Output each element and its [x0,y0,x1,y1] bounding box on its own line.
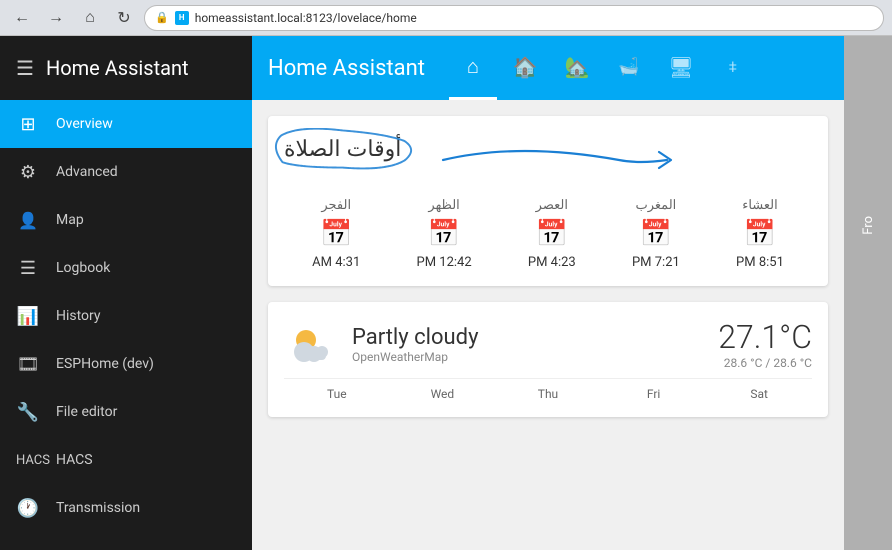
sidebar-item-hacs[interactable]: HACS HACS [0,436,252,484]
forward-button[interactable]: → [42,4,70,32]
prayer-time-val-fajr: 4:31 AM [312,255,360,270]
prayer-title-wrap: أوقات الصلاة [284,136,401,162]
weather-range: 28.6 °C / 28.6 °C [718,356,812,370]
sidebar-label-overview: Overview [56,116,113,132]
site-favicon: H [175,11,189,25]
main-content: Home Assistant ⌂ 🏠 🏡 🛁 🖥 ⧧ أوقات الصلاة [252,36,844,550]
prayer-time-asr: العصر 📅 4:23 PM [528,198,576,270]
sidebar-item-advanced[interactable]: ⚙ Advanced [0,148,252,196]
sidebar-header: ☰ Home Assistant [0,36,252,100]
app-container: ☰ Home Assistant ⊞ Overview ⚙ Advanced 👤… [0,36,892,550]
sidebar-item-history[interactable]: 📊 History [0,292,252,340]
prayer-time-dhuhr: الظهر 📅 12:42 PM [417,198,472,270]
url-text: homeassistant.local:8123/lovelace/home [195,11,417,25]
sidebar-item-esphome[interactable]: 🎞 ESPHome (dev) [0,340,252,388]
weather-day-0: Tue [284,387,390,401]
prayer-time-val-asr: 4:23 PM [528,255,576,270]
sidebar-label-map: Map [56,212,84,228]
arrow-annotation [439,132,679,182]
weather-day-3: Fri [601,387,707,401]
sidebar-label-hacs: HACS [56,452,93,468]
map-icon: 👤 [16,211,40,230]
weather-day-4: Sat [706,387,812,401]
lock-icon: 🔒 [155,11,169,24]
transmission-icon: 🕐 [16,498,40,519]
prayer-cal-icon-asr: 📅 [536,219,568,249]
weather-main: Partly cloudy OpenWeatherMap 27.1°C 28.6… [284,318,812,370]
tab-network[interactable]: ⧧ [709,36,757,100]
file-editor-icon: 🔧 [16,402,40,423]
weather-temp-block: 27.1°C 28.6 °C / 28.6 °C [718,318,812,370]
weather-day-1: Wed [390,387,496,401]
cards-area: أوقات الصلاة العشاء [252,100,844,550]
sidebar-item-transmission[interactable]: 🕐 Transmission [0,484,252,532]
prayer-cal-icon-maghrib: 📅 [640,219,672,249]
sidebar-label-history: History [56,308,101,324]
sidebar-label-transmission: Transmission [56,500,140,516]
prayer-cal-icon-dhuhr: 📅 [428,219,460,249]
topbar-title: Home Assistant [268,56,425,81]
prayer-name-fajr: الفجر [321,198,351,213]
esphome-icon: 🎞 [16,354,40,375]
prayer-name-maghrib: المغرب [636,198,677,213]
prayer-time-maghrib: المغرب 📅 7:21 PM [632,198,680,270]
menu-icon[interactable]: ☰ [16,56,34,80]
weather-card: Partly cloudy OpenWeatherMap 27.1°C 28.6… [268,302,828,417]
right-panel-label: Fro [861,216,876,235]
weather-source: OpenWeatherMap [352,350,702,364]
sidebar: ☰ Home Assistant ⊞ Overview ⚙ Advanced 👤… [0,36,252,550]
prayer-time-isha: العشاء 📅 8:51 PM [736,198,784,270]
prayer-cal-icon-isha: 📅 [744,219,776,249]
prayer-card: أوقات الصلاة العشاء [268,116,828,286]
browser-bar: ← → ⌂ ↻ 🔒 H homeassistant.local:8123/lov… [0,0,892,36]
address-bar[interactable]: 🔒 H homeassistant.local:8123/lovelace/ho… [144,5,884,31]
weather-condition: Partly cloudy [352,325,702,350]
sidebar-label-file-editor: File editor [56,404,117,420]
sidebar-label-advanced: Advanced [56,164,118,180]
tab-home[interactable]: ⌂ [449,36,497,100]
prayer-time-fajr: الفجر 📅 4:31 AM [312,198,360,270]
tab-building[interactable]: 🏡 [553,36,601,100]
weather-day-2: Thu [495,387,601,401]
tab-bathtub[interactable]: 🛁 [605,36,653,100]
prayer-title: أوقات الصلاة [284,136,401,161]
hacs-icon: HACS [16,453,40,468]
sidebar-item-file-editor[interactable]: 🔧 File editor [0,388,252,436]
weather-icon [284,318,336,370]
reload-button[interactable]: ↻ [110,4,138,32]
home-button[interactable]: ⌂ [76,4,104,32]
sidebar-item-overview[interactable]: ⊞ Overview [0,100,252,148]
overview-icon: ⊞ [16,114,40,135]
sidebar-title: Home Assistant [46,56,189,80]
logbook-icon: ☰ [16,258,40,279]
prayer-name-asr: العصر [536,198,568,213]
sidebar-item-map[interactable]: 👤 Map [0,196,252,244]
weather-info: Partly cloudy OpenWeatherMap [352,325,702,364]
prayer-times: العشاء 📅 8:51 PM المغرب 📅 7:21 PM العصر … [284,198,812,270]
tab-person[interactable]: 🏠 [501,36,549,100]
top-bar: Home Assistant ⌂ 🏠 🏡 🛁 🖥 ⧧ [252,36,844,100]
sidebar-label-esphome: ESPHome (dev) [56,356,154,372]
history-icon: 📊 [16,306,40,327]
prayer-time-val-isha: 8:51 PM [736,255,784,270]
prayer-cal-icon-fajr: 📅 [320,219,352,249]
tab-monitor[interactable]: 🖥 [657,36,705,100]
prayer-time-val-maghrib: 7:21 PM [632,255,680,270]
advanced-icon: ⚙ [16,162,40,183]
sidebar-item-logbook[interactable]: ☰ Logbook [0,244,252,292]
weather-temperature: 27.1°C [718,318,812,356]
sidebar-label-logbook: Logbook [56,260,110,276]
prayer-name-dhuhr: الظهر [428,198,459,213]
back-button[interactable]: ← [8,4,36,32]
right-panel: Fro [844,36,892,550]
weather-days: Tue Wed Thu Fri Sat [284,378,812,401]
prayer-name-isha: العشاء [742,198,778,213]
tab-icons: ⌂ 🏠 🏡 🛁 🖥 ⧧ [449,36,757,100]
prayer-time-val-dhuhr: 12:42 PM [417,255,472,270]
